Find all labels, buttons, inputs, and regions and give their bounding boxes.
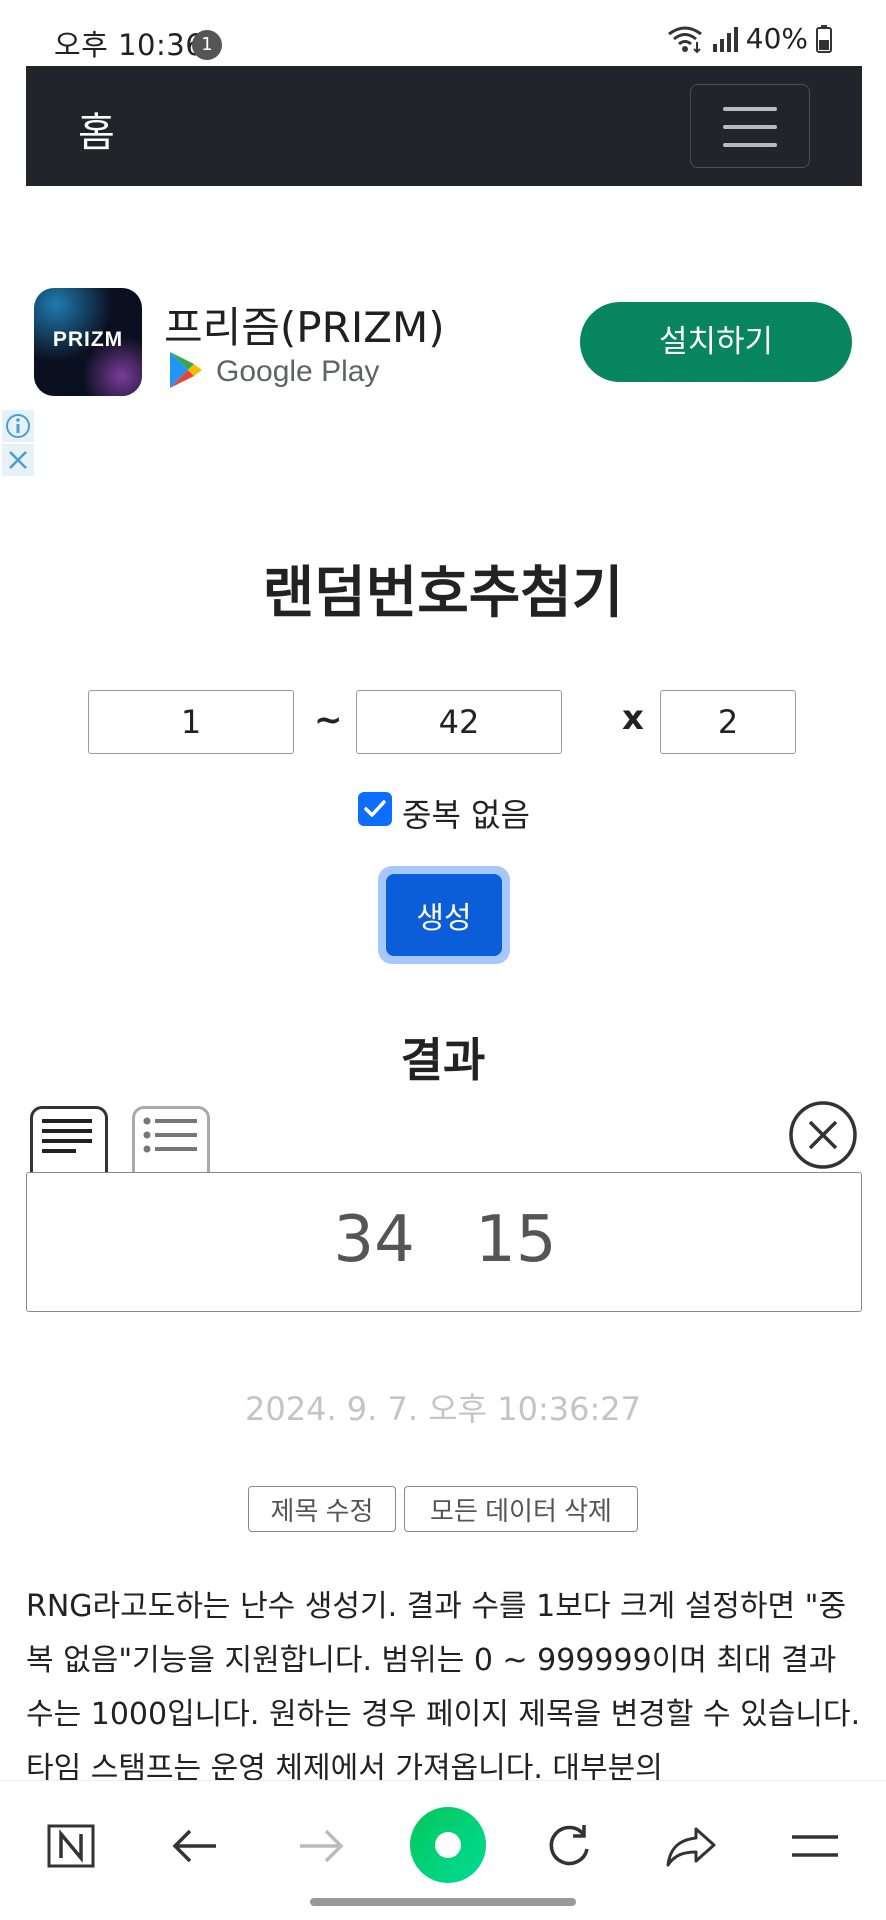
result-textarea[interactable]: 34 15 <box>26 1172 862 1312</box>
text-lines-icon <box>42 1119 92 1153</box>
delete-all-data-button[interactable]: 모든 데이터 삭제 <box>404 1486 638 1532</box>
edit-title-button[interactable]: 제목 수정 <box>248 1486 396 1532</box>
ad-banner[interactable]: PRIZM 프리즘(PRIZM) Google Play 설치하기 <box>0 280 886 410</box>
text-view-button[interactable] <box>30 1106 108 1174</box>
ad-install-button[interactable]: 설치하기 <box>580 302 852 382</box>
check-icon <box>364 800 386 817</box>
nav-brand-home[interactable]: 홈 <box>78 100 115 158</box>
result-numbers: 34 15 <box>333 1203 557 1277</box>
generate-button[interactable]: 생성 <box>386 874 502 956</box>
result-timestamp: 2024. 9. 7. 오후 10:36:27 <box>245 1390 641 1428</box>
wifi-icon <box>666 24 704 54</box>
ad-store-name: Google Play <box>216 355 380 388</box>
google-play-icon <box>168 350 204 394</box>
result-title: 결과 <box>400 1033 486 1087</box>
back-arrow-icon[interactable] <box>160 1811 230 1881</box>
ad-close-icon[interactable] <box>2 444 34 476</box>
count-separator: x <box>622 698 644 738</box>
hamburger-line <box>723 143 777 147</box>
ad-logo-text: PRIZM <box>52 328 124 351</box>
status-right: 40% <box>666 22 832 55</box>
refresh-icon[interactable] <box>534 1811 604 1881</box>
clear-result-button[interactable] <box>788 1100 858 1170</box>
count-input[interactable] <box>660 690 796 754</box>
max-input[interactable] <box>356 690 562 754</box>
naver-n-icon[interactable] <box>36 1811 106 1881</box>
list-icon <box>143 1117 197 1153</box>
status-time: 오후 10:36 <box>54 28 205 62</box>
hamburger-menu-button[interactable] <box>690 84 810 168</box>
close-circle-icon <box>789 1101 857 1169</box>
forward-arrow-icon[interactable] <box>286 1811 356 1881</box>
no-duplicate-checkbox[interactable] <box>358 792 392 826</box>
home-indicator[interactable] <box>310 1898 576 1906</box>
generate-button-focus-ring: 생성 <box>378 866 510 964</box>
min-input[interactable] <box>88 690 294 754</box>
range-separator: ~ <box>314 700 343 740</box>
naver-home-icon[interactable] <box>408 1805 488 1885</box>
ad-title: 프리즘(PRIZM) <box>164 303 445 352</box>
share-icon[interactable] <box>656 1811 726 1881</box>
hamburger-line <box>723 125 777 129</box>
ad-store: Google Play <box>168 350 379 394</box>
top-navbar: 홈 <box>26 66 862 186</box>
signal-icon <box>712 26 738 52</box>
ad-app-logo: PRIZM <box>34 288 142 396</box>
status-bar: 오후 10:36 1 40% <box>0 0 886 64</box>
ad-info-icon[interactable] <box>2 410 34 442</box>
list-view-button[interactable] <box>132 1106 210 1174</box>
notification-badge: 1 <box>192 30 222 60</box>
page-title: 랜덤번호추첨기 <box>262 561 624 626</box>
hamburger-line <box>723 107 777 111</box>
no-duplicate-label[interactable]: 중복 없음 <box>402 790 530 836</box>
battery-icon <box>816 24 832 53</box>
menu-icon[interactable] <box>780 1811 850 1881</box>
battery-text: 40% <box>745 22 808 55</box>
description-text: RNG라고도하는 난수 생성기. 결과 수를 1보다 크게 설정하면 "중복 없… <box>26 1589 861 1786</box>
